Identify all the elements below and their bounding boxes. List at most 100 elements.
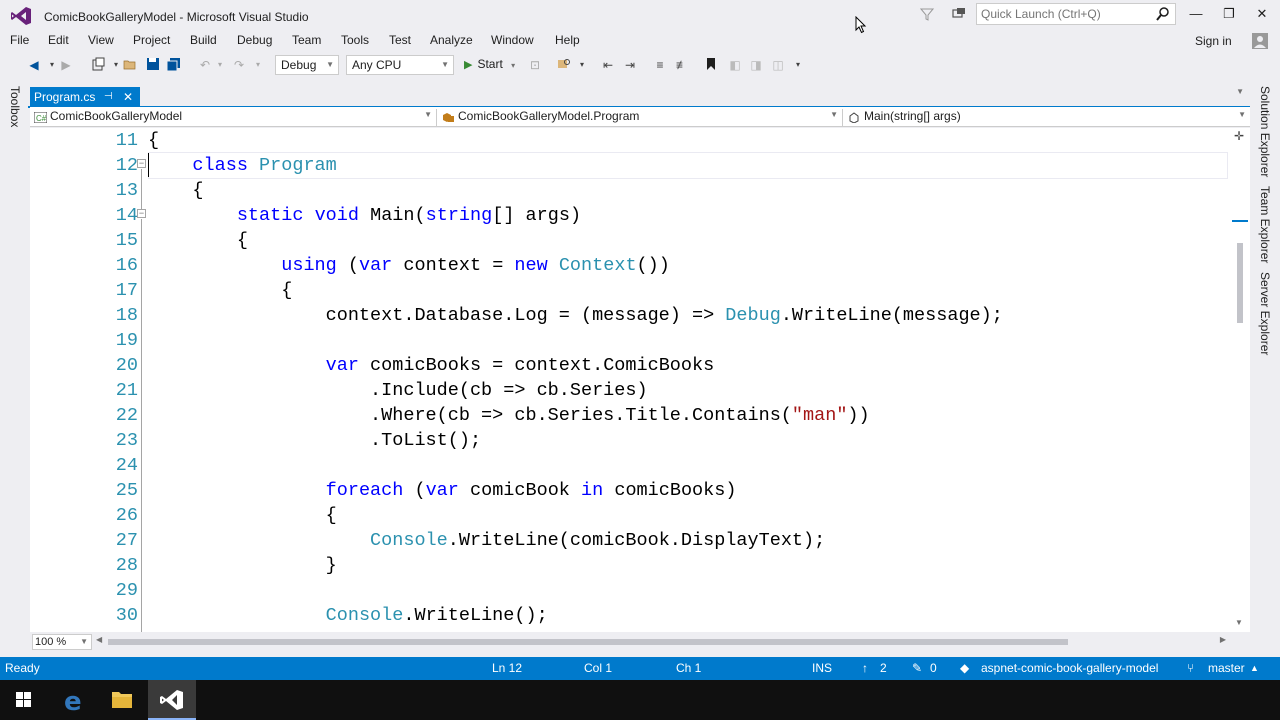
pin-icon[interactable]: ⊣ — [104, 87, 113, 107]
code-line[interactable]: 20 var comicBooks = context.ComicBooks — [30, 353, 1230, 378]
collapse-class-icon[interactable]: − — [137, 159, 146, 168]
start-debugging-button[interactable]: ▶ Start ▾ — [464, 57, 515, 75]
scroll-down-arrow-icon[interactable]: ▼ — [1235, 618, 1243, 627]
toolbox-tab[interactable]: Toolbox — [8, 86, 22, 127]
menu-analyze[interactable]: Analyze — [430, 33, 473, 47]
zoom-dropdown[interactable]: 100 % ▼ — [32, 634, 92, 650]
code-line[interactable]: 29 — [30, 578, 1230, 603]
code-line[interactable]: 26 { — [30, 503, 1230, 528]
feedback-icon[interactable] — [950, 7, 968, 25]
code-line[interactable]: 24 — [30, 453, 1230, 478]
notification-filter-icon[interactable] — [918, 7, 936, 25]
code-line[interactable]: 13 { — [30, 178, 1230, 203]
solution-configuration-dropdown[interactable]: Debug ▼ — [275, 55, 339, 75]
team-explorer-tab[interactable]: Team Explorer — [1258, 186, 1272, 263]
close-button[interactable]: ✕ — [1247, 4, 1277, 24]
visual-studio-taskbar-icon[interactable] — [148, 680, 196, 720]
navigate-forward-icon[interactable]: ▶ — [58, 57, 74, 73]
find-dropdown-icon[interactable]: ▾ — [574, 57, 590, 73]
minimize-button[interactable]: — — [1181, 4, 1211, 24]
save-icon[interactable] — [145, 57, 161, 73]
vertical-scrollbar[interactable] — [1232, 128, 1248, 632]
menu-build[interactable]: Build — [190, 33, 217, 47]
repository-name[interactable]: aspnet-comic-book-gallery-model — [981, 661, 1158, 675]
code-line[interactable]: 16 using (var context = new Context()) — [30, 253, 1230, 278]
vertical-scroll-thumb[interactable] — [1237, 243, 1243, 323]
undo-icon[interactable]: ↶ — [197, 57, 213, 73]
menu-file[interactable]: File — [10, 33, 29, 47]
code-line[interactable]: 17 { — [30, 278, 1230, 303]
save-all-icon[interactable] — [166, 57, 182, 73]
horizontal-scroll-thumb[interactable] — [108, 639, 1068, 645]
scroll-right-arrow-icon[interactable]: ▶ — [1220, 635, 1226, 644]
menu-help[interactable]: Help — [555, 33, 580, 47]
horizontal-scrollbar[interactable]: ◀ ▶ — [96, 635, 1226, 647]
code-line[interactable]: 22 .Where(cb => cb.Series.Title.Contains… — [30, 403, 1230, 428]
quick-launch-box[interactable] — [976, 3, 1176, 25]
solution-platform-dropdown[interactable]: Any CPU ▼ — [346, 55, 454, 75]
step-over-icon[interactable]: ⇥ — [622, 57, 638, 73]
edge-browser-icon[interactable]: e — [50, 680, 98, 720]
project-dropdown[interactable]: C# ComicBookGalleryModel ▼ — [30, 109, 437, 127]
repository-icon[interactable]: ◆ — [960, 661, 969, 675]
new-project-icon[interactable] — [90, 57, 106, 73]
active-files-dropdown-icon[interactable]: ▼ — [1236, 87, 1244, 96]
search-icon[interactable] — [1155, 6, 1171, 22]
toolbar-options-icon[interactable]: ▾ — [790, 57, 806, 73]
maximize-button[interactable]: ❐ — [1214, 4, 1244, 24]
code-line[interactable]: 23 .ToList(); — [30, 428, 1230, 453]
code-line[interactable]: 18 context.Database.Log = (message) => D… — [30, 303, 1230, 328]
menu-test[interactable]: Test — [389, 33, 411, 47]
code-line[interactable]: 21 .Include(cb => cb.Series) — [30, 378, 1230, 403]
close-tab-icon[interactable]: ✕ — [123, 87, 133, 107]
unpublished-commits-icon[interactable]: ↑ — [862, 661, 868, 675]
class-dropdown[interactable]: ComicBookGalleryModel.Program ▼ — [438, 109, 843, 127]
redo-dropdown-icon[interactable]: ▾ — [250, 57, 266, 73]
redo-icon[interactable]: ↷ — [231, 57, 247, 73]
code-line[interactable]: 14 static void Main(string[] args) — [30, 203, 1230, 228]
windows-start-icon[interactable] — [0, 680, 48, 720]
code-line[interactable]: 15 { — [30, 228, 1230, 253]
pencil-icon[interactable]: ✎ — [912, 661, 922, 675]
open-file-icon[interactable] — [122, 57, 138, 73]
step-into-icon[interactable]: ⇤ — [600, 57, 616, 73]
clear-bookmarks-icon[interactable]: ◫ — [770, 57, 786, 73]
branch-icon[interactable]: ⑂ — [1187, 661, 1194, 675]
code-line[interactable]: 11 { — [30, 128, 1230, 153]
code-line[interactable]: 25 foreach (var comicBook in comicBooks) — [30, 478, 1230, 503]
server-explorer-tab[interactable]: Server Explorer — [1258, 272, 1272, 355]
find-in-files-icon[interactable] — [556, 57, 572, 73]
account-icon[interactable] — [1252, 33, 1268, 49]
file-explorer-icon[interactable] — [98, 680, 146, 720]
pending-changes-count[interactable]: 0 — [930, 661, 937, 675]
split-window-icon[interactable]: ✛ — [1234, 130, 1246, 142]
code-line[interactable]: 27 Console.WriteLine(comicBook.DisplayTe… — [30, 528, 1230, 553]
branch-name[interactable]: master — [1208, 661, 1245, 675]
solution-explorer-tab[interactable]: Solution Explorer — [1258, 86, 1272, 177]
code-line[interactable]: 12 class Program — [30, 153, 1230, 178]
comment-out-icon[interactable]: ≡ — [652, 57, 668, 73]
uncomment-icon[interactable]: ≢ — [674, 57, 690, 73]
code-editor[interactable]: 11{12 class Program 13 {14 static void Ma… — [30, 128, 1250, 632]
toolbox-strip[interactable]: Toolbox — [0, 80, 28, 655]
tab-program-cs[interactable]: Program.cs ⊣ ✕ — [30, 87, 140, 108]
branch-dropdown-icon[interactable]: ▲ — [1250, 663, 1259, 673]
browser-link-icon[interactable]: ⊡ — [527, 57, 543, 73]
navigate-back-icon[interactable]: ◀ — [26, 57, 42, 73]
collapse-method-icon[interactable]: − — [137, 209, 146, 218]
scroll-left-arrow-icon[interactable]: ◀ — [96, 635, 102, 644]
code-line[interactable]: 19 — [30, 328, 1230, 353]
code-line[interactable]: 30 Console.WriteLine(); — [30, 603, 1230, 628]
menu-team[interactable]: Team — [292, 33, 321, 47]
bookmark-icon[interactable] — [703, 57, 719, 73]
quick-launch-input[interactable] — [977, 4, 1152, 24]
sign-in-link[interactable]: Sign in — [1195, 34, 1232, 48]
menu-edit[interactable]: Edit — [48, 33, 69, 47]
chevron-down-icon[interactable]: ▾ — [511, 61, 515, 70]
menu-debug[interactable]: Debug — [237, 33, 272, 47]
menu-window[interactable]: Window — [491, 33, 534, 47]
next-bookmark-icon[interactable]: ◨ — [748, 57, 764, 73]
menu-project[interactable]: Project — [133, 33, 170, 47]
unpublished-commits-count[interactable]: 2 — [880, 661, 887, 675]
menu-view[interactable]: View — [88, 33, 114, 47]
